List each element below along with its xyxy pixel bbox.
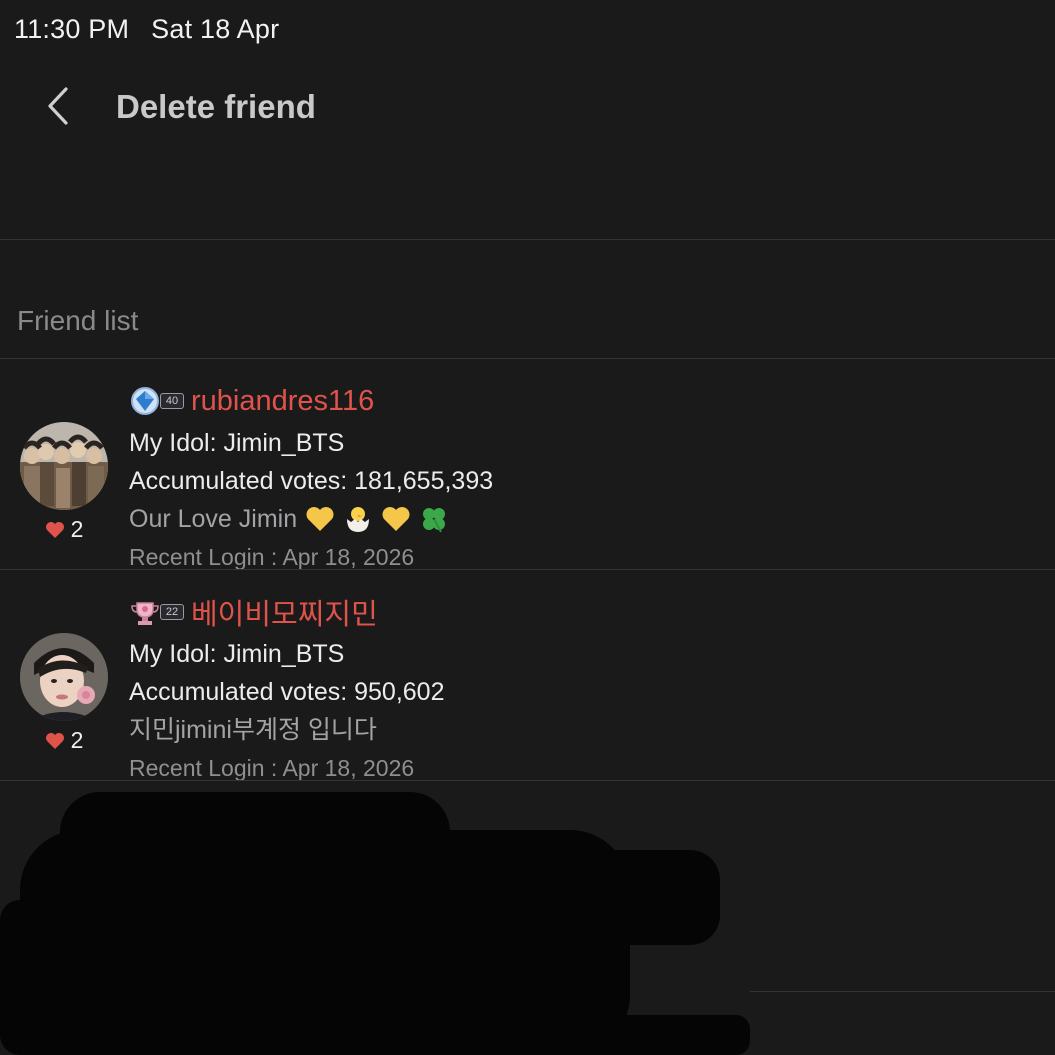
friend-name: 베이비모찌지민 — [191, 599, 378, 631]
friend-idol: My Idol: Jimin_BTS — [129, 429, 345, 457]
yellow-heart-icon — [382, 507, 410, 531]
status-text: 지민jimini부계정 입니다 — [129, 716, 377, 744]
name-line: 22 베이비모찌지민 — [129, 589, 444, 635]
status-date: Sat 18 Apr — [151, 14, 280, 44]
friend-idol: My Idol: Jimin_BTS — [129, 640, 345, 668]
likes-value: 2 — [70, 727, 84, 753]
status-text: Our Love Jimin — [129, 505, 298, 533]
heart-icon — [45, 732, 64, 749]
avatar-block: 2 — [20, 633, 108, 754]
status-time: 11:30 PM — [14, 14, 130, 44]
likes-count: 2 — [20, 727, 108, 754]
avatar-block: 2 — [20, 422, 108, 543]
hatching-chick-icon — [347, 507, 370, 532]
avatar — [20, 422, 108, 510]
list-top-divider — [0, 358, 1055, 359]
heart-icon — [45, 521, 64, 538]
friend-votes: Accumulated votes: 950,602 — [129, 678, 445, 706]
back-button[interactable] — [36, 84, 80, 128]
trophy-badge-icon — [131, 602, 159, 625]
friend-info: 22 베이비모찌지민 My Idol: Jimin_BTS Accumulate… — [129, 579, 444, 787]
friend-row[interactable]: 2 40 rubiandres116 My Idol: Jimin_BTS Ac… — [0, 368, 1055, 578]
four-leaf-clover-icon — [423, 508, 446, 533]
likes-value: 2 — [70, 516, 84, 542]
avatar — [20, 633, 108, 721]
delete-friend-screen: 11:30 PM Sat 18 Apr Delete friend Friend… — [0, 0, 1055, 1055]
name-line: 40 rubiandres116 — [129, 378, 493, 424]
friend-name: rubiandres116 — [191, 384, 375, 417]
group-photo-image — [20, 422, 108, 510]
row-divider — [750, 991, 1055, 992]
friend-recent-login: Recent Login : Apr 18, 2026 — [129, 544, 415, 570]
yellow-heart-icon — [306, 507, 334, 531]
friend-list-label: Friend list — [17, 305, 139, 336]
level-number: 22 — [160, 604, 184, 620]
level-badge: 40 — [129, 386, 185, 416]
profile-photo-image — [20, 633, 108, 721]
chevron-left-icon — [48, 87, 68, 125]
status-bar: 11:30 PM Sat 18 Apr — [14, 14, 279, 45]
friend-recent-login: Recent Login : Apr 18, 2026 — [129, 755, 415, 781]
friend-votes: Accumulated votes: 181,655,393 — [129, 467, 494, 495]
friend-status-message: 지민jimini부계정 입니다 — [129, 711, 444, 749]
friend-status-message: Our Love Jimin — [129, 500, 493, 538]
diamond-badge-icon — [131, 387, 159, 415]
nav-header: Delete friend — [0, 70, 1055, 150]
row-divider — [0, 780, 1055, 781]
header-divider — [0, 239, 1055, 240]
friend-row[interactable]: 2 22 베이비모찌지민 My Idol: Jimin_BTS Accumula… — [0, 579, 1055, 789]
page-title: Delete friend — [116, 88, 316, 125]
level-number: 40 — [160, 393, 184, 409]
friend-info: 40 rubiandres116 My Idol: Jimin_BTS Accu… — [129, 368, 493, 576]
row-divider — [0, 569, 1055, 570]
likes-count: 2 — [20, 516, 108, 543]
level-badge: 22 — [129, 597, 185, 627]
